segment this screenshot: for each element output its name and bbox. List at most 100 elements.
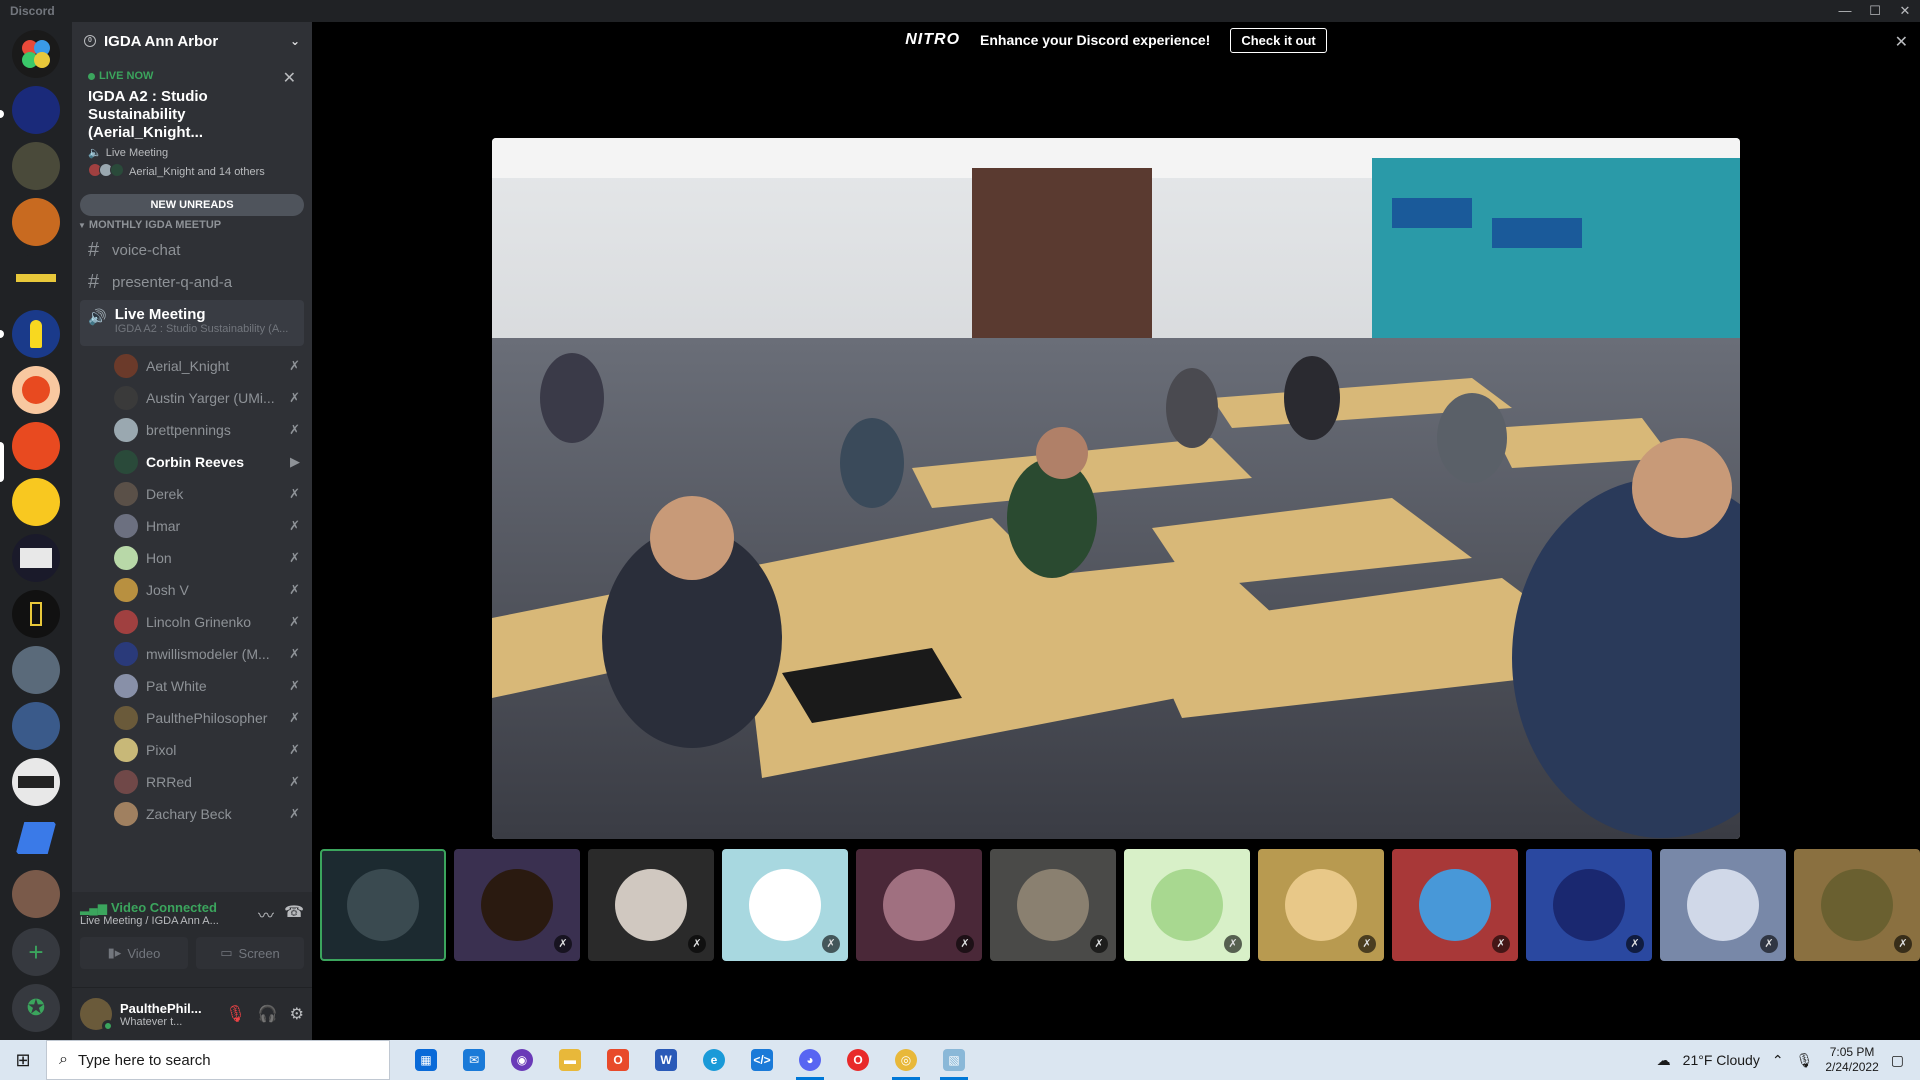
taskbar-edge-icon[interactable]: e [690, 1040, 738, 1080]
microphone-icon[interactable]: 🎙 [1796, 1052, 1814, 1069]
screen-share-button[interactable]: ▭ Screen [196, 937, 304, 969]
voice-user[interactable]: Hmar ✗ [72, 510, 312, 542]
disconnect-icon[interactable]: ☎ [284, 902, 304, 926]
live-event-title: IGDA A2 : Studio Sustainability (Aerial_… [88, 88, 208, 141]
participant-tile[interactable]: ✗ [1660, 849, 1786, 961]
close-icon[interactable]: ✕ [1895, 32, 1908, 52]
voice-user[interactable]: brettpennings ✗ [72, 414, 312, 446]
participant-tile[interactable]: ✗ [722, 849, 848, 961]
mute-icon[interactable]: 🎙 [225, 1004, 245, 1024]
voice-user[interactable]: Austin Yarger (UMi... ✗ [72, 382, 312, 414]
live-now-badge: LIVE NOW [88, 70, 298, 82]
connection-status[interactable]: ▂▄▆ Video Connected [80, 900, 219, 915]
system-tray: ☁ 21°F Cloudy ⌃ 🎙 7:05 PM 2/24/2022 ▢ [1657, 1045, 1920, 1075]
taskbar-chrome-icon[interactable]: ◎ [882, 1040, 930, 1080]
server-icon[interactable] [12, 590, 60, 638]
participant-tile[interactable]: ✗ [1124, 849, 1250, 961]
close-icon[interactable]: ✕ [283, 68, 296, 88]
server-icon[interactable] [12, 198, 60, 246]
server-icon[interactable] [12, 142, 60, 190]
participant-tile[interactable]: ✗ [588, 849, 714, 961]
participant-tile[interactable]: ✗ [1794, 849, 1920, 961]
participant-tile[interactable]: ✗ [454, 849, 580, 961]
participant-tile[interactable] [320, 849, 446, 961]
voice-user[interactable]: Pat White ✗ [72, 670, 312, 702]
server-icon[interactable] [12, 86, 60, 134]
server-icon[interactable] [12, 30, 60, 78]
voice-user[interactable]: PaulthePhilosopher ✗ [72, 702, 312, 734]
minimize-button[interactable]: — [1830, 0, 1860, 22]
clock[interactable]: 7:05 PM 2/24/2022 [1825, 1045, 1878, 1075]
voice-user[interactable]: Corbin Reeves ▶ [72, 446, 312, 478]
category-header[interactable]: ▼ MONTHLY IGDA MEETUP [72, 216, 312, 234]
new-unreads-pill[interactable]: NEW UNREADS [80, 194, 304, 216]
server-icon[interactable] [12, 814, 60, 862]
channel-presenter-q-and-a[interactable]: # presenter-q-and-a [80, 266, 304, 298]
voice-user[interactable]: Zachary Beck ✗ [72, 798, 312, 830]
chevron-down-icon[interactable]: ⌄ [290, 34, 300, 48]
taskbar-app-icon[interactable]: ▧ [930, 1040, 978, 1080]
muted-mic-icon: ✗ [289, 678, 300, 693]
server-icon[interactable] [12, 758, 60, 806]
notifications-icon[interactable]: ▢ [1891, 1052, 1904, 1069]
headphones-icon[interactable]: 🎧 [258, 1004, 278, 1024]
taskbar-search[interactable]: ⌕ Type here to search [46, 1040, 390, 1080]
taskbar-explorer-icon[interactable]: ▬ [546, 1040, 594, 1080]
voice-channel-live-meeting[interactable]: 🔊 Live Meeting IGDA A2 : Studio Sustaina… [80, 300, 304, 346]
taskbar-mail-icon[interactable]: ✉ [450, 1040, 498, 1080]
voice-user[interactable]: Derek ✗ [72, 478, 312, 510]
connection-location[interactable]: Live Meeting / IGDA Ann A... [80, 915, 219, 927]
voice-user-list: Aerial_Knight ✗ Austin Yarger (UMi... ✗ bret… [72, 350, 312, 830]
noise-suppression-icon[interactable]: 〰 [258, 902, 274, 926]
server-icon[interactable] [12, 366, 60, 414]
participant-tile[interactable]: ✗ [1258, 849, 1384, 961]
nitro-message: Enhance your Discord experience! [980, 32, 1211, 48]
explore-servers-icon[interactable]: ✪ [12, 984, 60, 1032]
taskbar-store-icon[interactable]: ▦ [402, 1040, 450, 1080]
participant-tile[interactable]: ✗ [1392, 849, 1518, 961]
close-window-button[interactable]: ✕ [1890, 0, 1920, 22]
server-icon[interactable] [12, 422, 60, 470]
participant-tile[interactable]: ✗ [990, 849, 1116, 961]
live-stage-card[interactable]: LIVE NOW ✕ IGDA A2 : Studio Sustainabili… [72, 60, 312, 186]
avatar [1553, 869, 1625, 941]
server-icon[interactable] [12, 646, 60, 694]
video-button[interactable]: ▮▸ Video [80, 937, 188, 969]
chevron-up-icon[interactable]: ⌃ [1772, 1052, 1784, 1069]
server-icon[interactable] [12, 870, 60, 918]
voice-user[interactable]: Josh V ✗ [72, 574, 312, 606]
taskbar-opera-icon[interactable]: O [834, 1040, 882, 1080]
channel-voice-chat[interactable]: # voice-chat [80, 234, 304, 266]
server-icon[interactable] [12, 478, 60, 526]
voice-user[interactable]: Aerial_Knight ✗ [72, 350, 312, 382]
username[interactable]: PaulthePhil... [120, 1001, 225, 1016]
taskbar-word-icon[interactable]: W [642, 1040, 690, 1080]
maximize-button[interactable]: ☐ [1860, 0, 1890, 22]
server-icon[interactable] [12, 254, 60, 302]
server-header[interactable]: 0 IGDA Ann Arbor ⌄ [72, 22, 312, 60]
check-it-out-button[interactable]: Check it out [1230, 27, 1327, 53]
voice-connection-panel: ▂▄▆ Video Connected Live Meeting / IGDA A… [72, 892, 312, 988]
voice-user[interactable]: Lincoln Grinenko ✗ [72, 606, 312, 638]
voice-user-name: Lincoln Grinenko [146, 614, 252, 630]
windows-start-button[interactable]: ⊞ [0, 1040, 46, 1080]
server-icon[interactable] [12, 534, 60, 582]
weather-icon[interactable]: ☁ [1657, 1052, 1671, 1069]
server-icon[interactable] [12, 702, 60, 750]
taskbar-discord-icon[interactable]: ◕ [786, 1040, 834, 1080]
gear-icon[interactable]: ⚙ [290, 1004, 304, 1024]
voice-user[interactable]: RRRed ✗ [72, 766, 312, 798]
participant-tile[interactable]: ✗ [856, 849, 982, 961]
voice-user[interactable]: Pixol ✗ [72, 734, 312, 766]
taskbar-vscode-icon[interactable]: </> [738, 1040, 786, 1080]
weather-text[interactable]: 21°F Cloudy [1683, 1052, 1760, 1068]
add-server-button[interactable]: + [12, 928, 60, 976]
participant-tile[interactable]: ✗ [1526, 849, 1652, 961]
voice-user[interactable]: mwillismodeler (M... ✗ [72, 638, 312, 670]
server-icon[interactable] [12, 310, 60, 358]
taskbar-office-icon[interactable]: O [594, 1040, 642, 1080]
avatar[interactable] [80, 998, 114, 1032]
main-video-feed[interactable] [492, 138, 1740, 839]
taskbar-github-icon[interactable]: ◉ [498, 1040, 546, 1080]
voice-user[interactable]: Hon ✗ [72, 542, 312, 574]
